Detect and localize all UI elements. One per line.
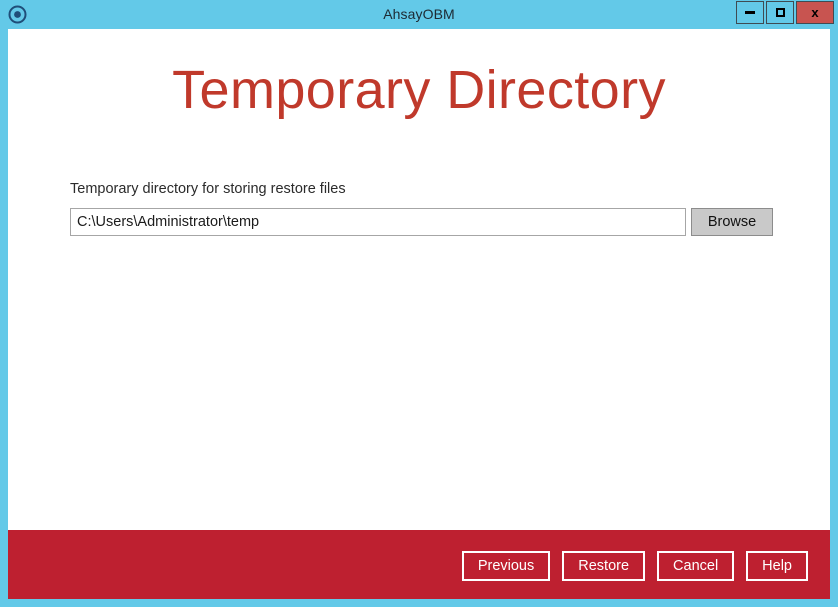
footer-button-group: Previous Restore Cancel Help — [462, 551, 808, 581]
window-controls: x — [734, 1, 834, 24]
close-button[interactable]: x — [796, 1, 834, 24]
title-bar: AhsayOBM x — [0, 0, 838, 29]
cancel-button[interactable]: Cancel — [657, 551, 734, 581]
close-icon: x — [811, 6, 818, 19]
application-window: AhsayOBM x Temporary Directory Temporary… — [0, 0, 838, 607]
client-area: Temporary Directory Temporary directory … — [8, 29, 830, 599]
help-button[interactable]: Help — [746, 551, 808, 581]
footer-bar: Previous Restore Cancel Help — [8, 530, 830, 599]
window-title: AhsayOBM — [0, 0, 838, 29]
previous-button[interactable]: Previous — [462, 551, 550, 581]
restore-button[interactable]: Restore — [562, 551, 645, 581]
maximize-icon — [776, 8, 785, 17]
temp-directory-input[interactable] — [70, 208, 686, 236]
page-title: Temporary Directory — [8, 59, 830, 121]
maximize-button[interactable] — [766, 1, 794, 24]
minimize-icon — [745, 11, 755, 14]
minimize-button[interactable] — [736, 1, 764, 24]
browse-button[interactable]: Browse — [691, 208, 773, 236]
temp-directory-label: Temporary directory for storing restore … — [70, 181, 346, 197]
